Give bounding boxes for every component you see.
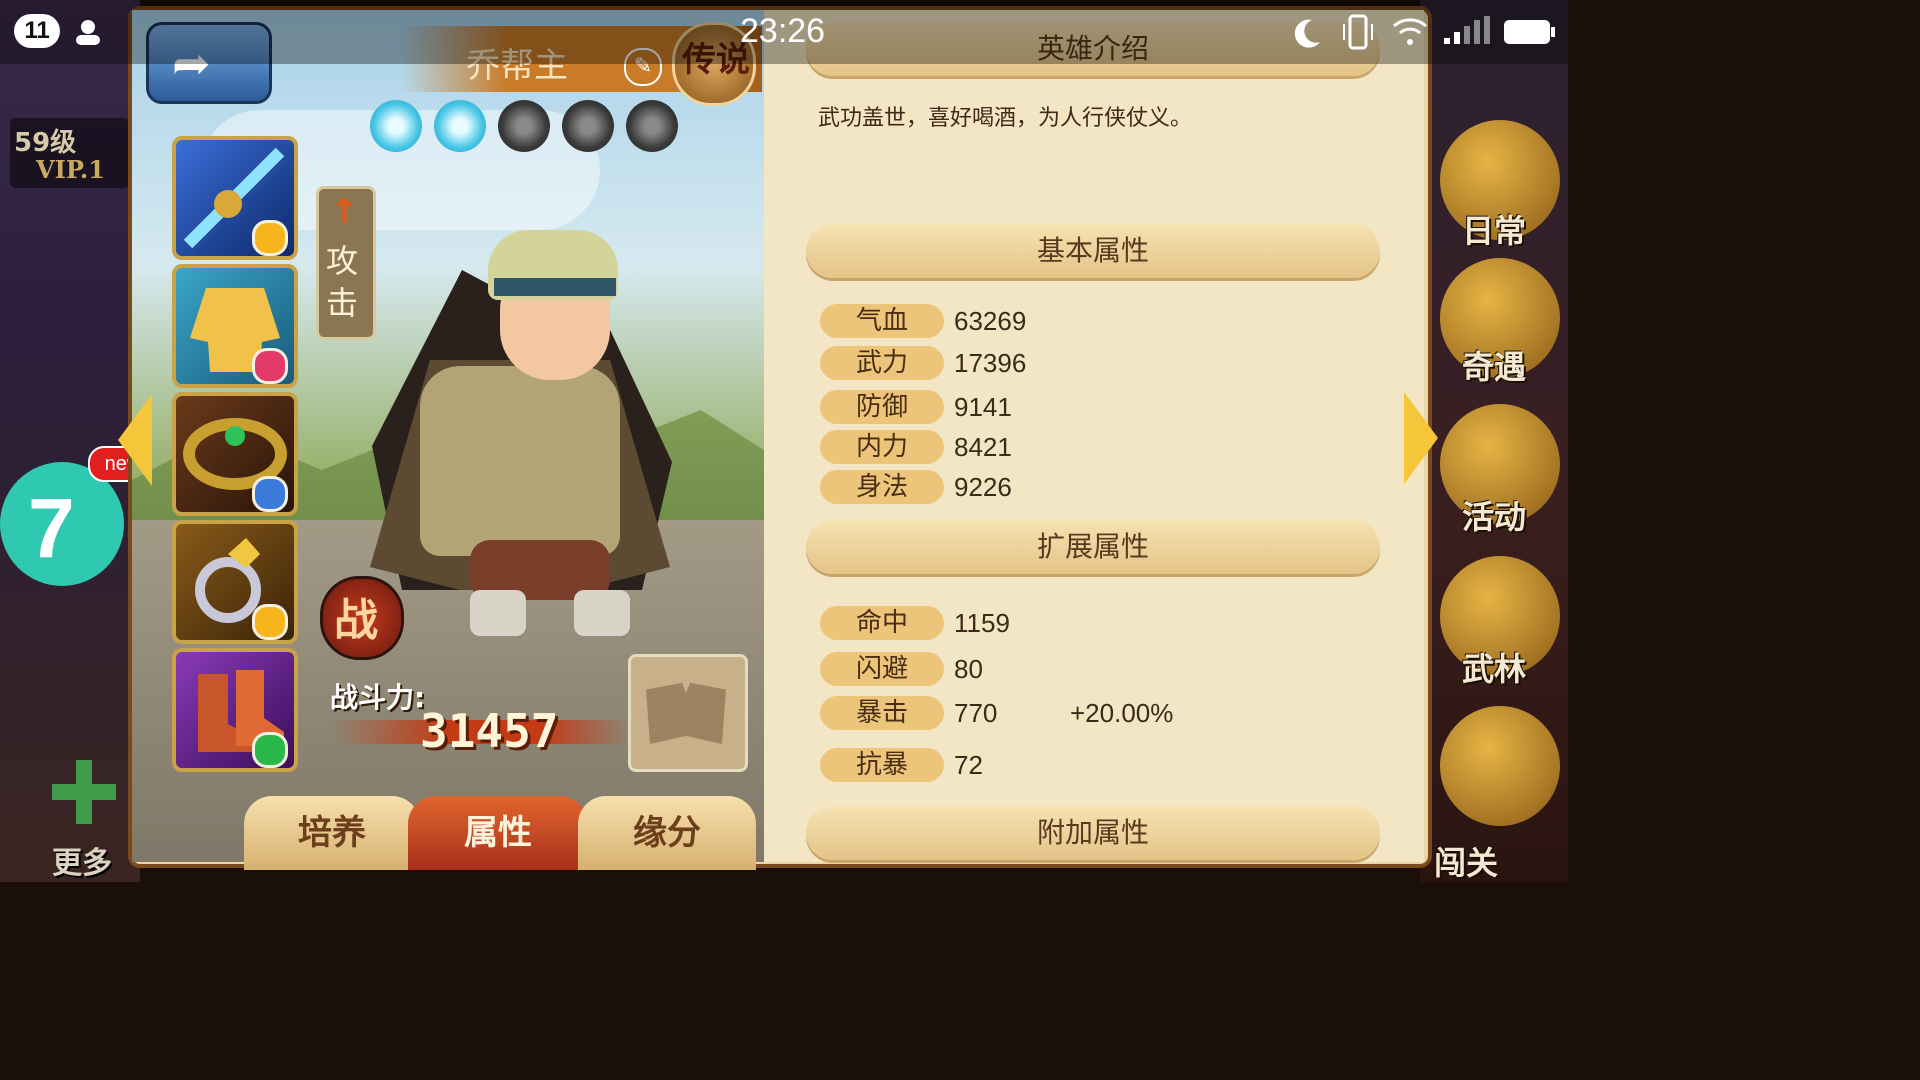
extended-attributes-header: 扩展属性 bbox=[806, 520, 1380, 574]
adventure-label: 奇遇 bbox=[1462, 348, 1527, 386]
stat-label-defense: 防御 bbox=[820, 390, 944, 424]
stat-value-agility: 9226 bbox=[954, 472, 1012, 502]
hero-description: 武功盖世，喜好喝酒，为人行侠仗义。 bbox=[818, 106, 1193, 131]
power-value: 31457 bbox=[420, 704, 559, 758]
tab-train[interactable]: 培养 bbox=[244, 796, 420, 870]
wifi-icon bbox=[1393, 18, 1427, 45]
stat-value-defense: 9141 bbox=[954, 392, 1012, 422]
power-label: 战斗力: bbox=[330, 681, 426, 714]
gem-boots bbox=[252, 732, 288, 768]
star-lit-icon bbox=[370, 100, 422, 152]
signal-icon bbox=[1444, 16, 1490, 44]
stat-value-inner-power: 8421 bbox=[954, 432, 1012, 462]
hero-boot-right bbox=[574, 590, 630, 636]
crit-bonus: +20.00% bbox=[1070, 698, 1174, 728]
stat-value-dodge: 80 bbox=[954, 654, 983, 684]
battle-icon-text: 战 bbox=[334, 595, 378, 646]
stat-label-dodge: 闪避 bbox=[820, 652, 944, 686]
stat-label-agility: 身法 bbox=[820, 470, 944, 504]
star-unlit-icon bbox=[626, 100, 678, 152]
previous-hero-arrow-icon[interactable] bbox=[118, 394, 152, 486]
stat-value-attack: 17396 bbox=[954, 348, 1027, 378]
star-unlit-icon bbox=[498, 100, 550, 152]
vibrate-icon bbox=[1343, 14, 1373, 50]
hero-boot-left bbox=[470, 590, 526, 636]
stat-value-hp: 63269 bbox=[954, 306, 1027, 336]
hero-headband bbox=[494, 278, 616, 296]
stat-value-crit-resist: 72 bbox=[954, 750, 983, 780]
additional-attributes-header: 附加属性 bbox=[806, 806, 1380, 860]
tab-bonds[interactable]: 缘分 bbox=[578, 796, 756, 870]
gem-armor bbox=[252, 348, 288, 384]
stat-label-hit: 命中 bbox=[820, 606, 944, 640]
stat-label-crit: 暴击 bbox=[820, 696, 944, 730]
stages-label: 闯关 bbox=[1434, 844, 1499, 882]
stat-label-attack: 武力 bbox=[820, 346, 944, 380]
notification-count: 11 bbox=[14, 14, 60, 48]
star-lit-icon bbox=[434, 100, 486, 152]
more-button-label[interactable]: 更多 bbox=[52, 838, 112, 882]
contacts-icon bbox=[76, 20, 100, 45]
clock: 23:26 bbox=[740, 12, 826, 50]
gem-belt bbox=[252, 476, 288, 512]
battery-icon bbox=[1504, 20, 1555, 44]
stat-value-hit: 1159 bbox=[954, 608, 1010, 638]
hero-robe bbox=[420, 366, 620, 556]
basic-attributes-header: 基本属性 bbox=[806, 224, 1380, 278]
next-hero-arrow-icon[interactable] bbox=[1404, 392, 1438, 484]
daily-label: 日常 bbox=[1462, 212, 1527, 250]
attack-arrow-icon: ↑ bbox=[330, 192, 359, 232]
moon-icon bbox=[1294, 19, 1320, 48]
events-label: 活动 bbox=[1462, 498, 1527, 536]
stat-value-crit: 770 bbox=[954, 698, 998, 728]
player-level: 59级 bbox=[14, 128, 77, 158]
plus-icon[interactable] bbox=[52, 760, 116, 824]
stat-label-inner-power: 内力 bbox=[820, 430, 944, 464]
stages-button[interactable] bbox=[1440, 706, 1560, 826]
star-unlit-icon bbox=[562, 100, 614, 152]
player-vip: VIP.1 bbox=[36, 155, 105, 184]
gem-ring bbox=[252, 604, 288, 640]
role-tag-text: 攻击 bbox=[326, 242, 359, 322]
tab-attributes[interactable]: 属性 bbox=[408, 796, 588, 870]
stat-label-crit-resist: 抗暴 bbox=[820, 748, 944, 782]
gem-weapon bbox=[252, 220, 288, 256]
app-launcher-glyph: 7 bbox=[28, 481, 75, 575]
stat-label-hp: 气血 bbox=[820, 304, 944, 338]
martial-world-label: 武林 bbox=[1462, 650, 1527, 688]
